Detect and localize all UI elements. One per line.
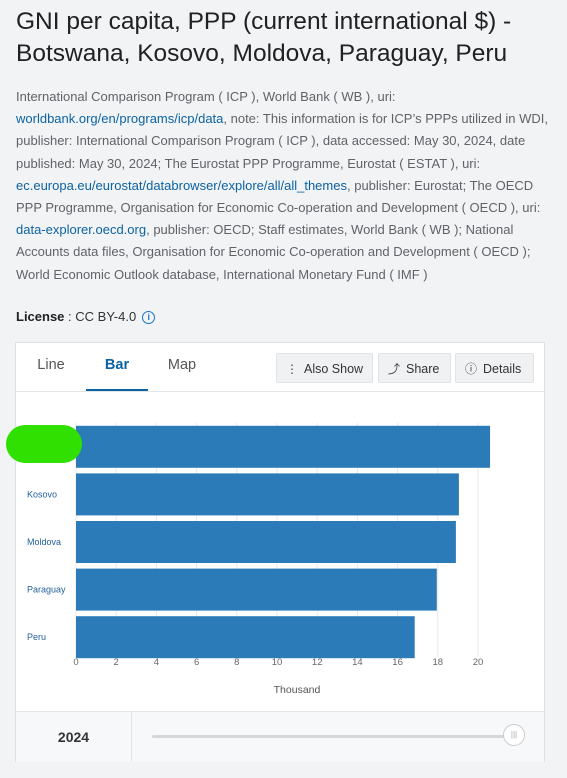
x-tick-label: 4 [154, 657, 159, 668]
x-tick-label: 20 [473, 657, 484, 668]
page-title: GNI per capita, PPP (current internation… [16, 8, 512, 67]
share-button[interactable]: ⤴ Share [378, 353, 451, 383]
category-label[interactable]: Peru [27, 632, 46, 642]
bars [76, 425, 491, 659]
share-icon: ⤴ [388, 362, 401, 376]
chart-panel: Line Bar Map ⋮ Also Show ⤴ Share ⓘ Details … [15, 342, 545, 762]
x-tick-label: 14 [352, 657, 363, 668]
info-circle-icon: ⓘ [465, 362, 478, 376]
license-value: : CC BY-4.0 [64, 309, 137, 324]
x-tick-label: 18 [433, 657, 444, 668]
x-tick-label: 2 [114, 657, 119, 668]
more-vertical-icon: ⋮ [286, 362, 298, 376]
bar-chart: BotswanaKosovoMoldovaParaguayPeru 024681… [27, 423, 491, 696]
x-tick-label: 6 [194, 657, 199, 668]
tab-line[interactable]: Line [16, 343, 86, 391]
x-tick-label: 0 [73, 657, 78, 668]
details-label: Details [483, 362, 522, 376]
source-metadata: International Comparison Program ( ICP )… [16, 86, 556, 286]
share-label: Share [406, 362, 440, 376]
category-label[interactable]: Moldova [27, 537, 61, 547]
meta-text-1: International Comparison Program ( ICP )… [16, 89, 396, 104]
highlight-mark [6, 425, 82, 463]
license-label: License [16, 309, 65, 324]
category-label[interactable]: Paraguay [27, 585, 66, 595]
year-slider-row: 2024 ||| [16, 711, 544, 762]
eurostat-link[interactable]: ec.europa.eu/eurostat/databrowser/explor… [16, 178, 347, 193]
icp-link[interactable]: worldbank.org/en/programs/icp/data [16, 111, 223, 126]
x-tick-label: 12 [312, 657, 323, 668]
x-tick-label: 16 [392, 657, 403, 668]
license: License : CC BY-4.0 i [16, 309, 156, 325]
also-show-label: Also Show [304, 362, 364, 376]
bar-moldova [76, 521, 456, 563]
also-show-button[interactable]: ⋮ Also Show [276, 353, 373, 383]
tab-map[interactable]: Map [148, 343, 216, 391]
year-slider-thumb[interactable]: ||| [503, 724, 525, 746]
chart-tabs: Line Bar Map ⋮ Also Show ⤴ Share ⓘ Details [16, 343, 544, 392]
year-slider-track[interactable] [152, 735, 512, 738]
x-tick-label: 10 [272, 657, 283, 668]
category-labels: BotswanaKosovoMoldovaParaguayPeru [27, 442, 67, 642]
x-axis-label: Thousand [274, 684, 321, 696]
bar-kosovo [76, 473, 459, 516]
oecd-link[interactable]: data-explorer.oecd.org [16, 222, 146, 237]
bar-paraguay [76, 568, 437, 611]
details-button[interactable]: ⓘ Details [455, 353, 534, 383]
bar-botswana [76, 425, 491, 468]
info-icon[interactable]: i [142, 311, 156, 325]
selected-year: 2024 [16, 712, 132, 762]
x-tick-label: 8 [234, 657, 239, 668]
category-label[interactable]: Kosovo [27, 489, 57, 499]
bar-peru [76, 616, 415, 659]
tab-bar[interactable]: Bar [86, 343, 148, 391]
x-tick-labels: 0 2 4 6 8 10 12 14 16 18 20 [73, 657, 483, 668]
